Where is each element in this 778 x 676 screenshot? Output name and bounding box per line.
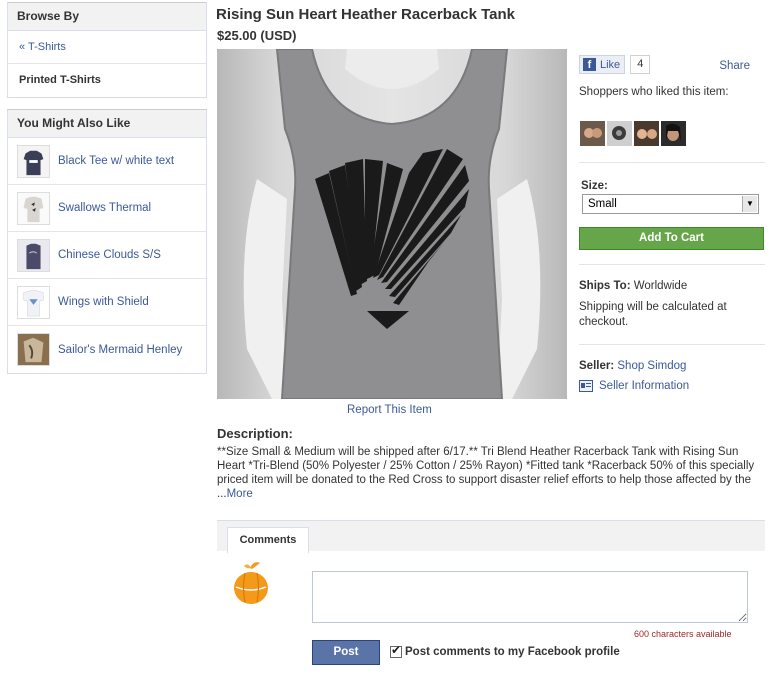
also-like-heading: You Might Also Like <box>8 110 206 138</box>
product-thumbnail[interactable] <box>17 144 50 178</box>
ships-to-value: Worldwide <box>633 280 688 292</box>
also-like-item[interactable]: Swallows Thermal <box>8 185 206 232</box>
like-label: Like <box>600 58 621 71</box>
seller-name-link[interactable]: Shop Simdog <box>617 360 686 372</box>
like-count: 4 <box>630 55 651 74</box>
product-price: $25.00 (USD) <box>217 28 297 43</box>
tank-top-illustration <box>243 49 541 399</box>
seller-label: Seller: <box>579 360 615 372</box>
characters-available: 600 characters available <box>634 629 732 639</box>
also-like-box: You Might Also Like Black Tee w/ white t… <box>7 109 207 374</box>
product-thumbnail[interactable] <box>17 238 50 272</box>
chevron-down-icon[interactable]: ▼ <box>742 196 757 212</box>
shoppers-liked-text: Shoppers who liked this item: <box>579 86 729 98</box>
sidebar: Browse By « T-Shirts Printed T-Shirts Yo… <box>7 2 207 385</box>
more-link[interactable]: More <box>227 488 253 500</box>
seller-information-link[interactable]: Seller Information <box>599 380 689 392</box>
facebook-like-widget: f Like 4 <box>579 55 651 74</box>
size-select[interactable]: Small ▼ <box>582 194 759 214</box>
commenter-avatar <box>234 562 268 604</box>
avatar[interactable] <box>607 121 632 146</box>
avatar[interactable] <box>661 121 686 146</box>
shipping-note: Shipping will be calculated at checkout. <box>579 301 727 328</box>
post-to-profile-option[interactable]: Post comments to my Facebook profile <box>390 643 620 658</box>
divider <box>579 344 765 345</box>
post-to-profile-checkbox[interactable] <box>390 643 402 658</box>
description-text: **Size Small & Medium will be shipped af… <box>217 446 755 500</box>
comment-input[interactable] <box>312 571 748 623</box>
ships-to: Ships To: Worldwide <box>579 280 687 292</box>
seller: Seller: Shop Simdog <box>579 360 686 372</box>
product-thumbnail[interactable] <box>17 285 50 319</box>
tab-comments[interactable]: Comments <box>227 527 309 553</box>
also-like-item[interactable]: Black Tee w/ white text <box>8 138 206 185</box>
add-to-cart-button[interactable]: Add To Cart <box>579 227 764 250</box>
description-label: Description: <box>217 426 293 441</box>
also-like-link-black-tee[interactable]: Black Tee w/ white text <box>58 155 174 167</box>
avatar[interactable] <box>580 121 605 146</box>
ships-to-label: Ships To: <box>579 280 631 292</box>
avatar[interactable] <box>634 121 659 146</box>
also-like-item[interactable]: Chinese Clouds S/S <box>8 232 206 279</box>
shopper-avatars <box>580 121 686 146</box>
current-category: Printed T-Shirts <box>19 74 101 86</box>
seller-information[interactable]: Seller Information <box>579 380 689 392</box>
share-link[interactable]: Share <box>719 60 750 72</box>
facebook-f-icon: f <box>583 58 596 71</box>
also-like-link-wings-with-shield[interactable]: Wings with Shield <box>58 296 149 308</box>
also-like-link-swallows-thermal[interactable]: Swallows Thermal <box>58 202 151 214</box>
product-thumbnail[interactable] <box>17 191 50 225</box>
post-button[interactable]: Post <box>312 640 380 665</box>
browse-by-box: Browse By « T-Shirts Printed T-Shirts <box>7 2 207 98</box>
report-item-link[interactable]: Report This Item <box>347 404 432 416</box>
description: **Size Small & Medium will be shipped af… <box>217 445 767 501</box>
size-label: Size: <box>581 180 608 192</box>
back-to-tshirts-link[interactable]: « T-Shirts <box>19 41 66 53</box>
product-image[interactable] <box>217 49 567 399</box>
like-button[interactable]: f Like <box>579 55 626 74</box>
also-like-link-chinese-clouds[interactable]: Chinese Clouds S/S <box>58 249 161 261</box>
product-title: Rising Sun Heart Heather Racerback Tank <box>216 6 515 23</box>
also-like-item[interactable]: Sailor's Mermaid Henley <box>8 326 206 373</box>
also-like-link-sailors-mermaid[interactable]: Sailor's Mermaid Henley <box>58 344 182 356</box>
back-to-tshirts-row[interactable]: « T-Shirts <box>8 31 206 64</box>
info-card-icon <box>579 380 593 392</box>
also-like-item[interactable]: Wings with Shield <box>8 279 206 326</box>
post-to-profile-label: Post comments to my Facebook profile <box>405 646 620 658</box>
product-thumbnail[interactable] <box>17 333 50 366</box>
size-selected-value: Small <box>588 198 617 210</box>
divider <box>579 264 765 265</box>
divider <box>579 162 765 163</box>
comments-tab-bar: Comments <box>217 520 765 553</box>
browse-by-heading: Browse By <box>8 3 206 31</box>
